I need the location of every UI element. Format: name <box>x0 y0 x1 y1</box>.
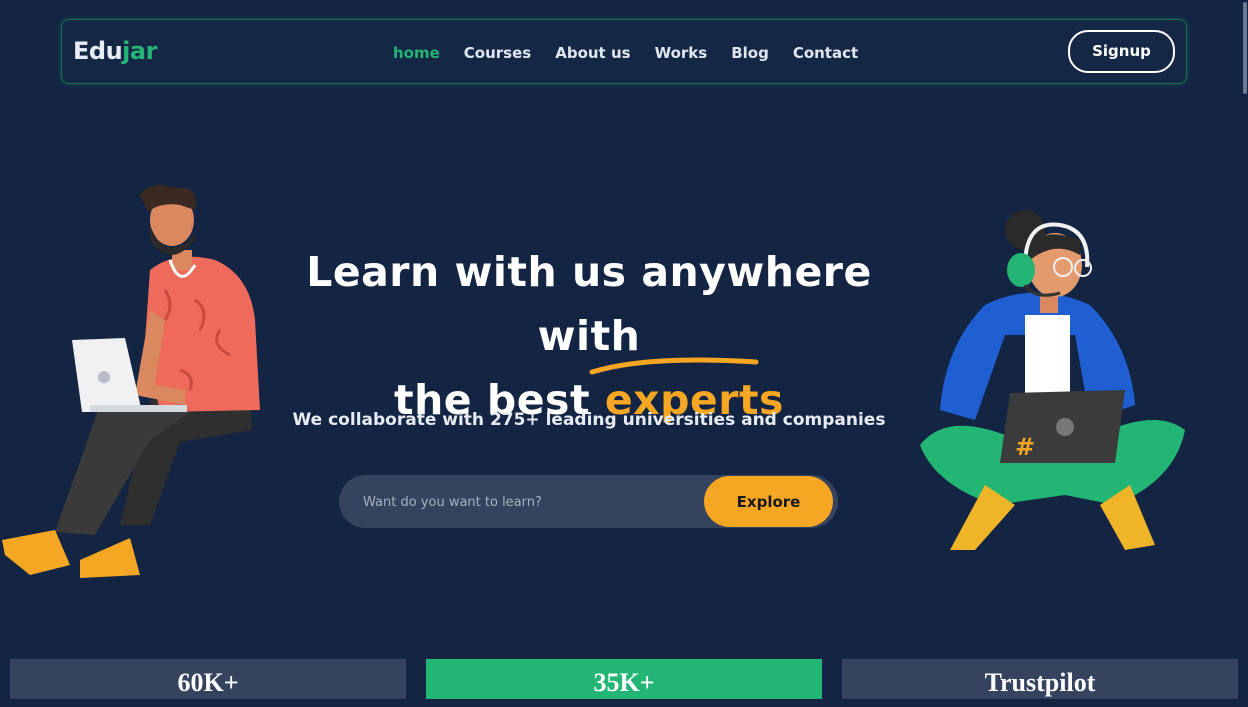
nav-link-blog[interactable]: Blog <box>731 44 769 62</box>
hero-title-line1: Learn with us anywhere with <box>306 248 872 360</box>
man-laptop-logo <box>98 371 110 383</box>
stat-card-students: 60K+ <box>10 659 406 699</box>
man-shoe-left <box>2 530 70 575</box>
nav-link-courses[interactable]: Courses <box>464 44 531 62</box>
man-laptop-base <box>90 405 187 412</box>
explore-button[interactable]: Explore <box>704 476 833 527</box>
stat-card-courses: 35K+ <box>426 659 822 699</box>
logo-text-edu: Edu <box>73 37 123 65</box>
nav-links: home Courses About us Works Blog Contact <box>393 44 882 62</box>
woman-shirt <box>1025 315 1070 395</box>
woman-with-headset-laptop-illustration: # <box>920 210 1185 550</box>
woman-neck <box>1040 295 1058 313</box>
signup-button[interactable]: Signup <box>1068 30 1175 73</box>
man-shoe-right <box>80 538 140 578</box>
stat-value: Trustpilot <box>984 668 1096 697</box>
hero-subtitle: We collaborate with 275+ leading univers… <box>292 410 886 430</box>
logo-text-jar: jar <box>122 37 157 65</box>
nav-link-home[interactable]: home <box>393 44 440 62</box>
search-box: Explore <box>339 475 838 530</box>
page-scrollbar[interactable] <box>1242 0 1248 690</box>
search-input[interactable] <box>361 475 695 530</box>
stat-value: 60K+ <box>177 668 239 697</box>
scrollbar-thumb[interactable] <box>1243 2 1247 94</box>
top-navbar: Edujar home Courses About us Works Blog … <box>61 19 1187 84</box>
accent-underline <box>589 357 759 375</box>
nav-link-contact[interactable]: Contact <box>793 44 858 62</box>
man-with-laptop-illustration <box>2 185 260 578</box>
woman-laptop-logo <box>1056 418 1074 436</box>
headset-earcup-icon <box>1007 253 1035 287</box>
brand-logo[interactable]: Edujar <box>73 37 157 65</box>
stat-card-trustpilot: Trustpilot <box>842 659 1238 699</box>
nav-link-about-us[interactable]: About us <box>555 44 630 62</box>
hero-title: Learn with us anywhere with the best exp… <box>254 240 924 432</box>
stat-value: 35K+ <box>593 668 655 697</box>
hashtag-icon: # <box>1015 433 1035 461</box>
nav-link-works[interactable]: Works <box>655 44 708 62</box>
